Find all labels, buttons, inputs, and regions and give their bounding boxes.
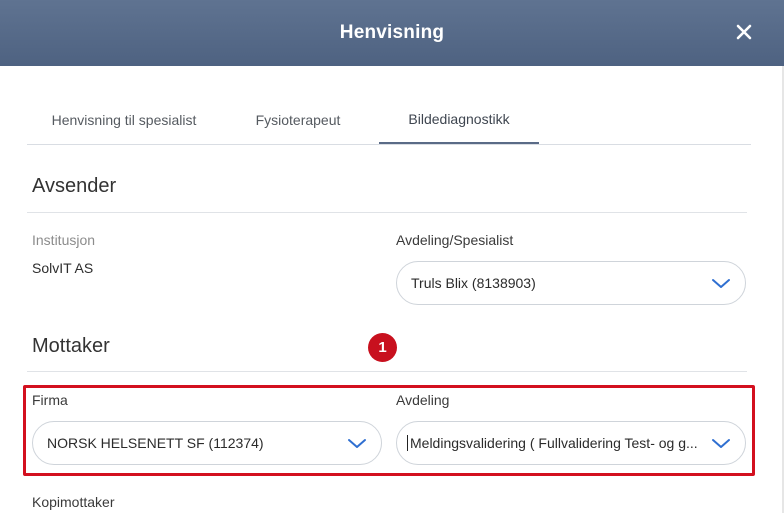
institusjon-value: SolvIT AS: [32, 260, 94, 276]
kopimottaker-label: Kopimottaker: [32, 494, 115, 510]
tab-fysioterapeut[interactable]: Fysioterapeut: [217, 96, 379, 144]
avdeling-spesialist-label: Avdeling/Spesialist: [396, 232, 514, 248]
firma-select[interactable]: NORSK HELSENETT SF (112374): [32, 421, 382, 465]
avdeling-value: Meldingsvalidering ( Fullvalidering Test…: [410, 435, 698, 451]
close-icon: [736, 24, 752, 40]
institusjon-label: Institusjon: [32, 232, 96, 248]
tab-henvisning-til-spesialist[interactable]: Henvisning til spesialist: [27, 96, 217, 144]
mottaker-heading: Mottaker: [32, 335, 110, 357]
dialog-header: Henvisning: [0, 0, 784, 66]
annotation-badge: 1: [368, 333, 397, 362]
dialog-title: Henvisning: [339, 22, 445, 43]
close-button[interactable]: [732, 20, 756, 44]
mottaker-divider: [27, 371, 747, 372]
chevron-down-icon: [712, 279, 730, 288]
avdeling-spesialist-select[interactable]: Truls Blix (8138903): [396, 261, 746, 305]
chevron-down-icon: [348, 439, 366, 448]
firma-value: NORSK HELSENETT SF (112374): [47, 435, 264, 451]
avdeling-spesialist-value: Truls Blix (8138903): [411, 275, 536, 291]
chevron-down-icon: [712, 439, 730, 448]
firma-label: Firma: [32, 392, 68, 408]
avdeling-select[interactable]: Meldingsvalidering ( Fullvalidering Test…: [396, 421, 746, 465]
avdeling-label: Avdeling: [396, 392, 450, 408]
avsender-heading: Avsender: [32, 175, 117, 197]
avsender-divider: [27, 212, 747, 213]
tab-bildediagnostikk[interactable]: Bildediagnostikk: [379, 96, 539, 144]
text-cursor: [407, 435, 408, 451]
tab-bar: Henvisning til spesialist Fysioterapeut …: [27, 96, 751, 145]
